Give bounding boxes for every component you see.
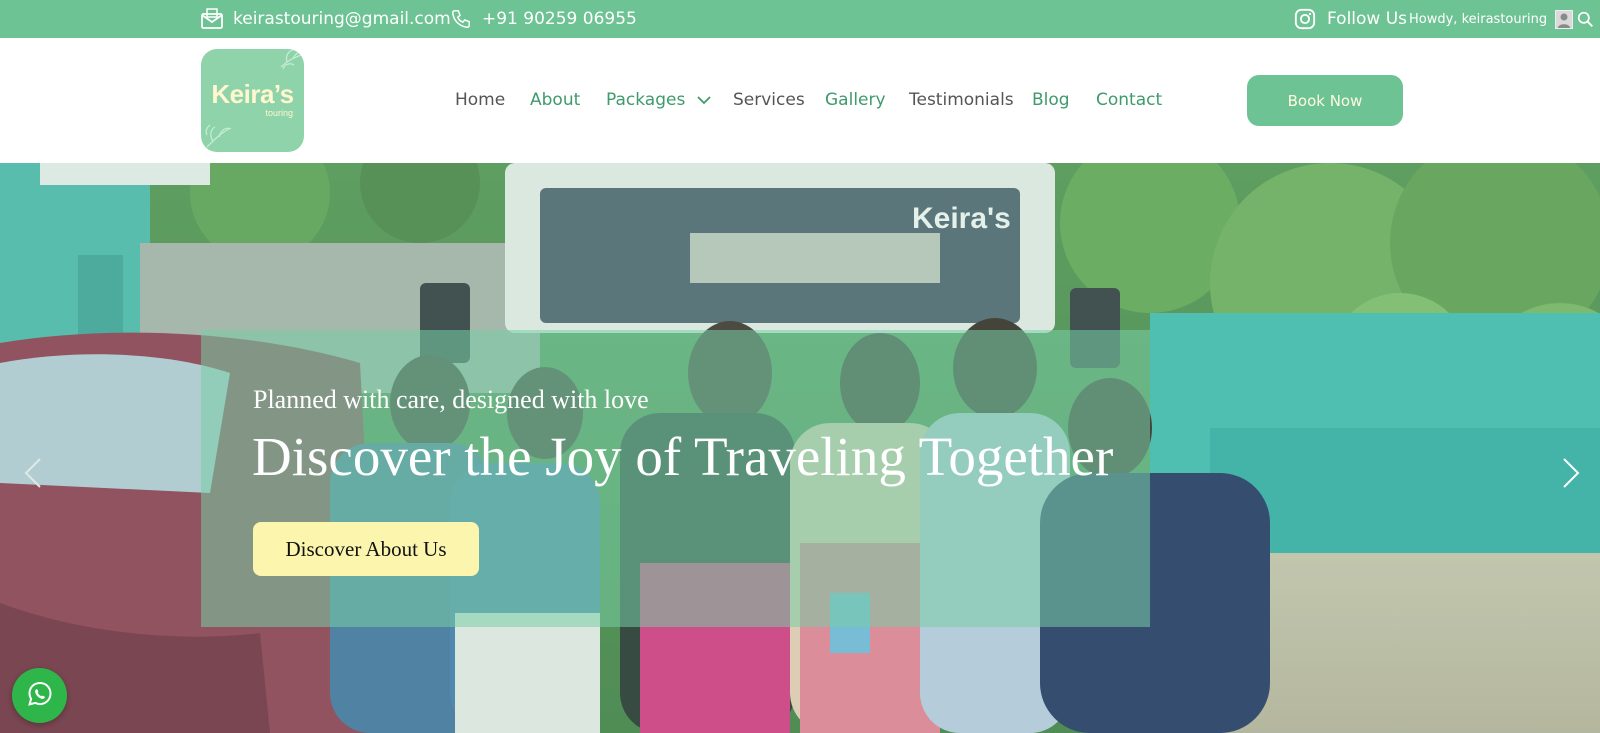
chevron-left-icon — [18, 458, 48, 497]
nav-blog[interactable]: Blog — [1032, 90, 1070, 110]
avatar — [1555, 9, 1574, 29]
hero-slider: Keira's Planned with care, designed with… — [0, 163, 1600, 733]
nav-gallery[interactable]: Gallery — [825, 90, 886, 110]
nav-packages[interactable]: Packages — [606, 90, 711, 110]
logo-subtitle: touring — [265, 108, 293, 118]
site-header: Keira’s touring Home About Packages Serv… — [0, 38, 1600, 163]
chevron-right-icon — [1556, 458, 1586, 497]
logo-title: Keira’s — [211, 79, 294, 109]
phone-text: +91 90259 06955 — [482, 9, 637, 29]
email-contact[interactable]: keirastouring@gmail.com — [200, 0, 451, 38]
account-menu[interactable]: Howdy, keirastouring — [1409, 0, 1574, 38]
follow-us-link[interactable]: Follow Us — [1294, 0, 1407, 38]
site-logo[interactable]: Keira’s touring — [201, 49, 304, 152]
phone-contact[interactable]: +91 90259 06955 — [450, 0, 637, 38]
search-button[interactable] — [1577, 0, 1594, 38]
instagram-icon — [1294, 8, 1316, 30]
phone-icon — [450, 8, 472, 30]
slider-prev-button[interactable] — [18, 453, 48, 493]
discover-about-us-button[interactable]: Discover About Us — [253, 522, 479, 576]
mail-icon — [200, 8, 224, 30]
howdy-text: Howdy, keirastouring — [1409, 11, 1548, 27]
whatsapp-icon — [26, 680, 54, 712]
nav-about[interactable]: About — [530, 90, 580, 110]
nav-home[interactable]: Home — [455, 90, 505, 110]
search-icon — [1577, 11, 1594, 28]
hero-title: Discover the Joy of Traveling Together — [252, 426, 1114, 487]
email-text: keirastouring@gmail.com — [233, 9, 451, 29]
follow-us-label: Follow Us — [1327, 9, 1408, 29]
whatsapp-chat-button[interactable] — [12, 668, 67, 723]
chevron-down-icon — [697, 90, 711, 110]
nav-services[interactable]: Services — [733, 90, 805, 110]
nav-testimonials[interactable]: Testimonials — [909, 90, 1014, 110]
slider-next-button[interactable] — [1556, 453, 1586, 493]
nav-packages-label: Packages — [606, 90, 686, 110]
top-bar: keirastouring@gmail.com +91 90259 06955 … — [0, 0, 1600, 38]
hero-subtitle: Planned with care, designed with love — [253, 385, 649, 414]
nav-contact[interactable]: Contact — [1096, 90, 1162, 110]
book-now-button[interactable]: Book Now — [1247, 75, 1403, 126]
